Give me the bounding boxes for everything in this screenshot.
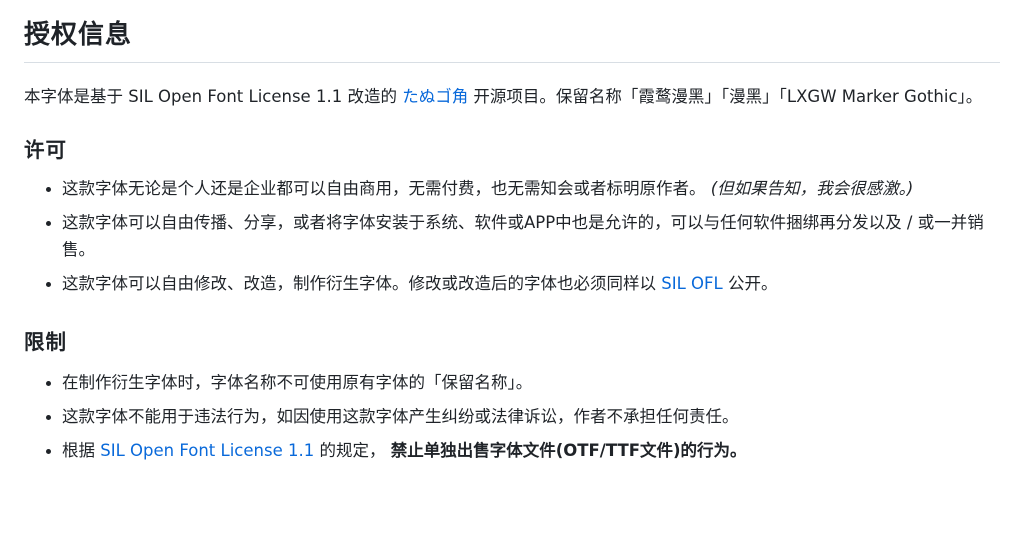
sil-license-link[interactable]: SIL Open Font License 1.1 (100, 441, 314, 460)
restriction-item-2-text: 这款字体不能用于违法行为，如因使用这款字体产生纠纷或法律诉讼，作者不承担任何责任… (62, 407, 739, 426)
restriction-item-3-strong: 禁止单独出售字体文件(OTF/TTF文件)的行为。 (390, 441, 747, 460)
list-item: 在制作衍生字体时，字体名称不可使用原有字体的「保留名称」。 (62, 369, 1000, 396)
license-item-1-text: 这款字体无论是个人还是企业都可以自由商用，无需付费，也无需知会或者标明原作者。 (62, 179, 711, 198)
list-item: 这款字体可以自由传播、分享，或者将字体安装于系统、软件或APP中也是允许的，可以… (62, 209, 1000, 263)
list-item: 根据 SIL Open Font License 1.1 的规定， 禁止单独出售… (62, 437, 1000, 464)
license-heading: 许可 (24, 138, 67, 162)
restrictions-list: 在制作衍生字体时，字体名称不可使用原有字体的「保留名称」。 这款字体不能用于违法… (24, 356, 1000, 464)
license-document: 授权信息 本字体是基于 SIL Open Font License 1.1 改造… (0, 0, 1024, 549)
restrictions-heading: 限制 (24, 330, 67, 354)
intro-text-1: 本字体是基于 SIL Open Font License 1.1 改造的 (24, 87, 403, 106)
intro-paragraph: 本字体是基于 SIL Open Font License 1.1 改造的 たぬゴ… (24, 63, 1000, 110)
sil-ofl-link[interactable]: SIL OFL (661, 274, 722, 293)
list-item: 这款字体无论是个人还是企业都可以自由商用，无需付费，也无需知会或者标明原作者。 … (62, 175, 1000, 202)
intro-text-2: 开源项目。保留名称「霞鹜漫黑」「漫黑」「LXGW Marker Gothic」。 (468, 87, 983, 106)
page-title: 授权信息 (24, 0, 1000, 63)
tanugo-link[interactable]: たぬゴ角 (402, 87, 468, 106)
restriction-item-3-text: 根据 (62, 441, 101, 460)
restriction-item-3-mid: 的规定， (314, 441, 391, 460)
license-item-3-tail: 公开。 (722, 274, 778, 293)
license-item-2-text: 这款字体可以自由传播、分享，或者将字体安装于系统、软件或APP中也是允许的，可以… (62, 213, 984, 259)
license-list: 这款字体无论是个人还是企业都可以自由商用，无需付费，也无需知会或者标明原作者。 … (24, 164, 1000, 297)
license-item-1-note: (但如果告知，我会很感激。) (710, 179, 914, 198)
list-item: 这款字体不能用于违法行为，如因使用这款字体产生纠纷或法律诉讼，作者不承担任何责任… (62, 403, 1000, 430)
restriction-item-1-text: 在制作衍生字体时，字体名称不可使用原有字体的「保留名称」。 (62, 373, 533, 392)
list-item: 这款字体可以自由修改、改造，制作衍生字体。修改或改造后的字体也必须同样以 SIL… (62, 270, 1000, 297)
license-item-3-text: 这款字体可以自由修改、改造，制作衍生字体。修改或改造后的字体也必须同样以 (62, 274, 662, 293)
